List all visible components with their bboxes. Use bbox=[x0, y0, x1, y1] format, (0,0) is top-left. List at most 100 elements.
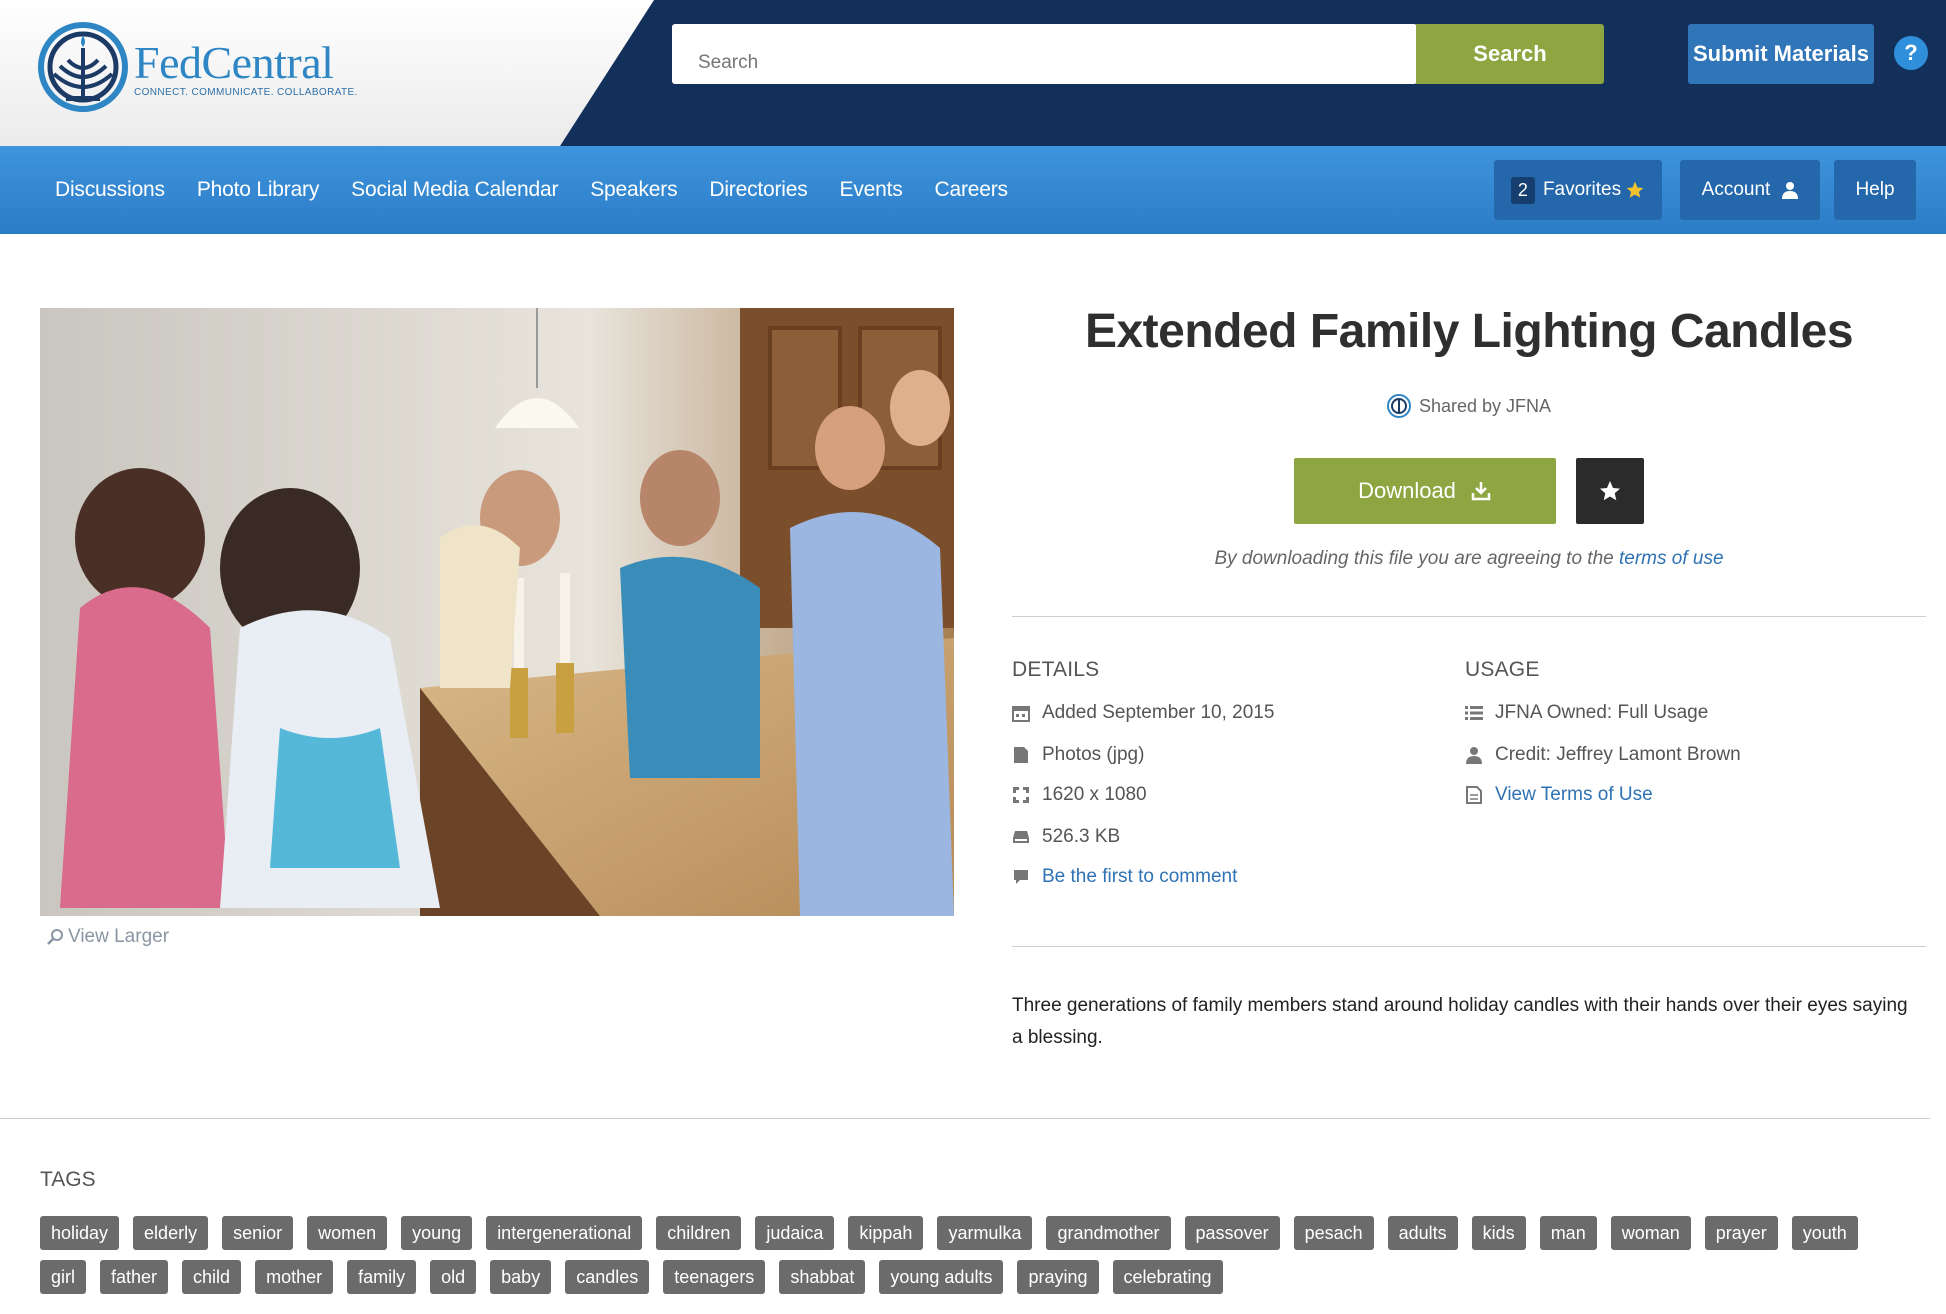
ownership: JFNA Owned: Full Usage bbox=[1495, 702, 1709, 723]
tag-women[interactable]: women bbox=[307, 1216, 388, 1250]
tag-mother[interactable]: mother bbox=[255, 1260, 334, 1294]
view-larger-link[interactable]: View Larger bbox=[46, 926, 169, 948]
tag-old[interactable]: old bbox=[430, 1260, 477, 1294]
account-button[interactable]: Account bbox=[1680, 160, 1820, 220]
user-icon bbox=[1782, 181, 1799, 199]
tag-candles[interactable]: candles bbox=[565, 1260, 650, 1294]
tag-man[interactable]: man bbox=[1539, 1216, 1597, 1250]
shared-by-label: Shared by JFNA bbox=[1418, 395, 1552, 416]
tag-shabbat[interactable]: shabbat bbox=[779, 1260, 866, 1294]
help-icon[interactable]: ? bbox=[1894, 36, 1928, 70]
help-button[interactable]: Help bbox=[1834, 160, 1916, 220]
tag-senior[interactable]: senior bbox=[222, 1216, 294, 1250]
divider bbox=[1012, 946, 1926, 947]
tag-kids[interactable]: kids bbox=[1471, 1216, 1526, 1250]
credit: Credit: Jeffrey Lamont Brown bbox=[1495, 744, 1741, 765]
submit-materials-button[interactable]: Submit Materials bbox=[1688, 24, 1874, 84]
tag-grandmother[interactable]: grandmother bbox=[1046, 1216, 1171, 1250]
tag-girl[interactable]: girl bbox=[40, 1260, 87, 1294]
tag-celebrating[interactable]: celebrating bbox=[1112, 1260, 1223, 1294]
dimensions-icon bbox=[1012, 786, 1030, 804]
tag-elderly[interactable]: elderly bbox=[133, 1216, 209, 1250]
main-nav: Discussions Photo Library Social Media C… bbox=[0, 146, 1946, 234]
site-logo[interactable]: FedCentral CONNECT. COMMUNICATE. COLLABO… bbox=[38, 22, 358, 117]
first-comment-link[interactable]: Be the first to comment bbox=[1042, 866, 1237, 888]
usage-terms[interactable]: View Terms of Use bbox=[1465, 784, 1653, 806]
agree-text: By downloading this file you are agreein… bbox=[1214, 548, 1619, 569]
tag-children[interactable]: children bbox=[656, 1216, 742, 1250]
tag-intergenerational[interactable]: intergenerational bbox=[486, 1216, 643, 1250]
logo-name: FedCentral bbox=[134, 37, 334, 88]
tag-pesach[interactable]: pesach bbox=[1293, 1216, 1374, 1250]
asset-photo[interactable] bbox=[40, 308, 954, 916]
menorah-logo-icon bbox=[38, 22, 128, 117]
nav-item-directories[interactable]: Directories bbox=[709, 178, 807, 202]
tag-holiday[interactable]: holiday bbox=[40, 1216, 120, 1250]
asset-title: Extended Family Lighting Candles bbox=[1084, 305, 1854, 358]
tag-prayer[interactable]: prayer bbox=[1704, 1216, 1778, 1250]
tag-list: holiday elderly senior women young intergener… bbox=[40, 1216, 1920, 1304]
view-larger-label: View Larger bbox=[68, 926, 170, 947]
add-favorite-button[interactable] bbox=[1576, 458, 1644, 524]
account-label: Account bbox=[1701, 179, 1771, 200]
tag-woman[interactable]: woman bbox=[1610, 1216, 1691, 1250]
tag-young[interactable]: young bbox=[401, 1216, 473, 1250]
detail-size: 526.3 KB bbox=[1012, 826, 1120, 848]
nav-item-discussions[interactable]: Discussions bbox=[55, 178, 165, 202]
nav-item-speakers[interactable]: Speakers bbox=[590, 178, 677, 202]
tag-youth[interactable]: youth bbox=[1791, 1216, 1858, 1250]
tag-baby[interactable]: baby bbox=[490, 1260, 552, 1294]
photo-illustration bbox=[40, 308, 954, 916]
site-header: FedCentral CONNECT. COMMUNICATE. COLLABO… bbox=[0, 0, 1946, 146]
detail-dimensions: 1620 x 1080 bbox=[1012, 784, 1147, 806]
download-label: Download bbox=[1358, 478, 1456, 503]
file-icon bbox=[1012, 746, 1030, 764]
added-date: Added September 10, 2015 bbox=[1042, 702, 1275, 723]
detail-comment[interactable]: Be the first to comment bbox=[1012, 866, 1237, 888]
favorites-count: 2 bbox=[1510, 176, 1535, 204]
favorites-label: Favorites bbox=[1542, 179, 1622, 200]
search-button[interactable]: Search bbox=[1416, 24, 1604, 84]
usage-heading: USAGE bbox=[1465, 658, 1540, 681]
logo-text: FedCentral CONNECT. COMMUNICATE. COLLABO… bbox=[134, 37, 358, 99]
tag-judaica[interactable]: judaica bbox=[755, 1216, 835, 1250]
drive-icon bbox=[1012, 828, 1030, 846]
calendar-icon bbox=[1012, 704, 1030, 722]
nav-item-social-media-calendar[interactable]: Social Media Calendar bbox=[351, 178, 558, 202]
usage-ownership: JFNA Owned: Full Usage bbox=[1465, 702, 1708, 724]
details-heading: DETAILS bbox=[1012, 658, 1100, 681]
tag-passover[interactable]: passover bbox=[1184, 1216, 1280, 1250]
tag-child[interactable]: child bbox=[182, 1260, 242, 1294]
search-input[interactable] bbox=[672, 24, 1417, 84]
user-icon bbox=[1465, 746, 1483, 764]
tag-teenagers[interactable]: teenagers bbox=[663, 1260, 766, 1294]
nav-item-events[interactable]: Events bbox=[840, 178, 903, 202]
view-terms-link[interactable]: View Terms of Use bbox=[1495, 784, 1653, 806]
jfna-logo-icon bbox=[1386, 394, 1411, 418]
file-size: 526.3 KB bbox=[1042, 826, 1121, 847]
usage-credit: Credit: Jeffrey Lamont Brown bbox=[1465, 744, 1741, 766]
zoom-icon bbox=[46, 928, 64, 946]
detail-added: Added September 10, 2015 bbox=[1012, 702, 1274, 724]
nav-item-careers[interactable]: Careers bbox=[935, 178, 1008, 202]
terms-of-use-link[interactable]: terms of use bbox=[1619, 548, 1724, 569]
tag-adults[interactable]: adults bbox=[1387, 1216, 1458, 1250]
tag-praying[interactable]: praying bbox=[1017, 1260, 1099, 1294]
tag-young-adults[interactable]: young adults bbox=[879, 1260, 1004, 1294]
logo-tagline: CONNECT. COMMUNICATE. COLLABORATE. bbox=[134, 87, 358, 98]
favorites-button[interactable]: 2 Favorites bbox=[1494, 160, 1662, 220]
tag-kippah[interactable]: kippah bbox=[848, 1216, 924, 1250]
tag-family[interactable]: family bbox=[347, 1260, 417, 1294]
star-icon bbox=[1598, 479, 1622, 503]
tag-yarmulka[interactable]: yarmulka bbox=[937, 1216, 1033, 1250]
nav-item-photo-library[interactable]: Photo Library bbox=[197, 178, 320, 202]
tags-heading: TAGS bbox=[40, 1168, 96, 1191]
detail-type: Photos (jpg) bbox=[1012, 744, 1144, 766]
star-icon bbox=[1625, 180, 1645, 200]
download-button[interactable]: Download bbox=[1294, 458, 1556, 524]
tag-father[interactable]: father bbox=[100, 1260, 169, 1294]
file-type: Photos (jpg) bbox=[1042, 744, 1145, 765]
download-icon bbox=[1470, 480, 1492, 502]
divider bbox=[1012, 616, 1926, 617]
nav-links: Discussions Photo Library Social Media C… bbox=[55, 146, 1040, 234]
